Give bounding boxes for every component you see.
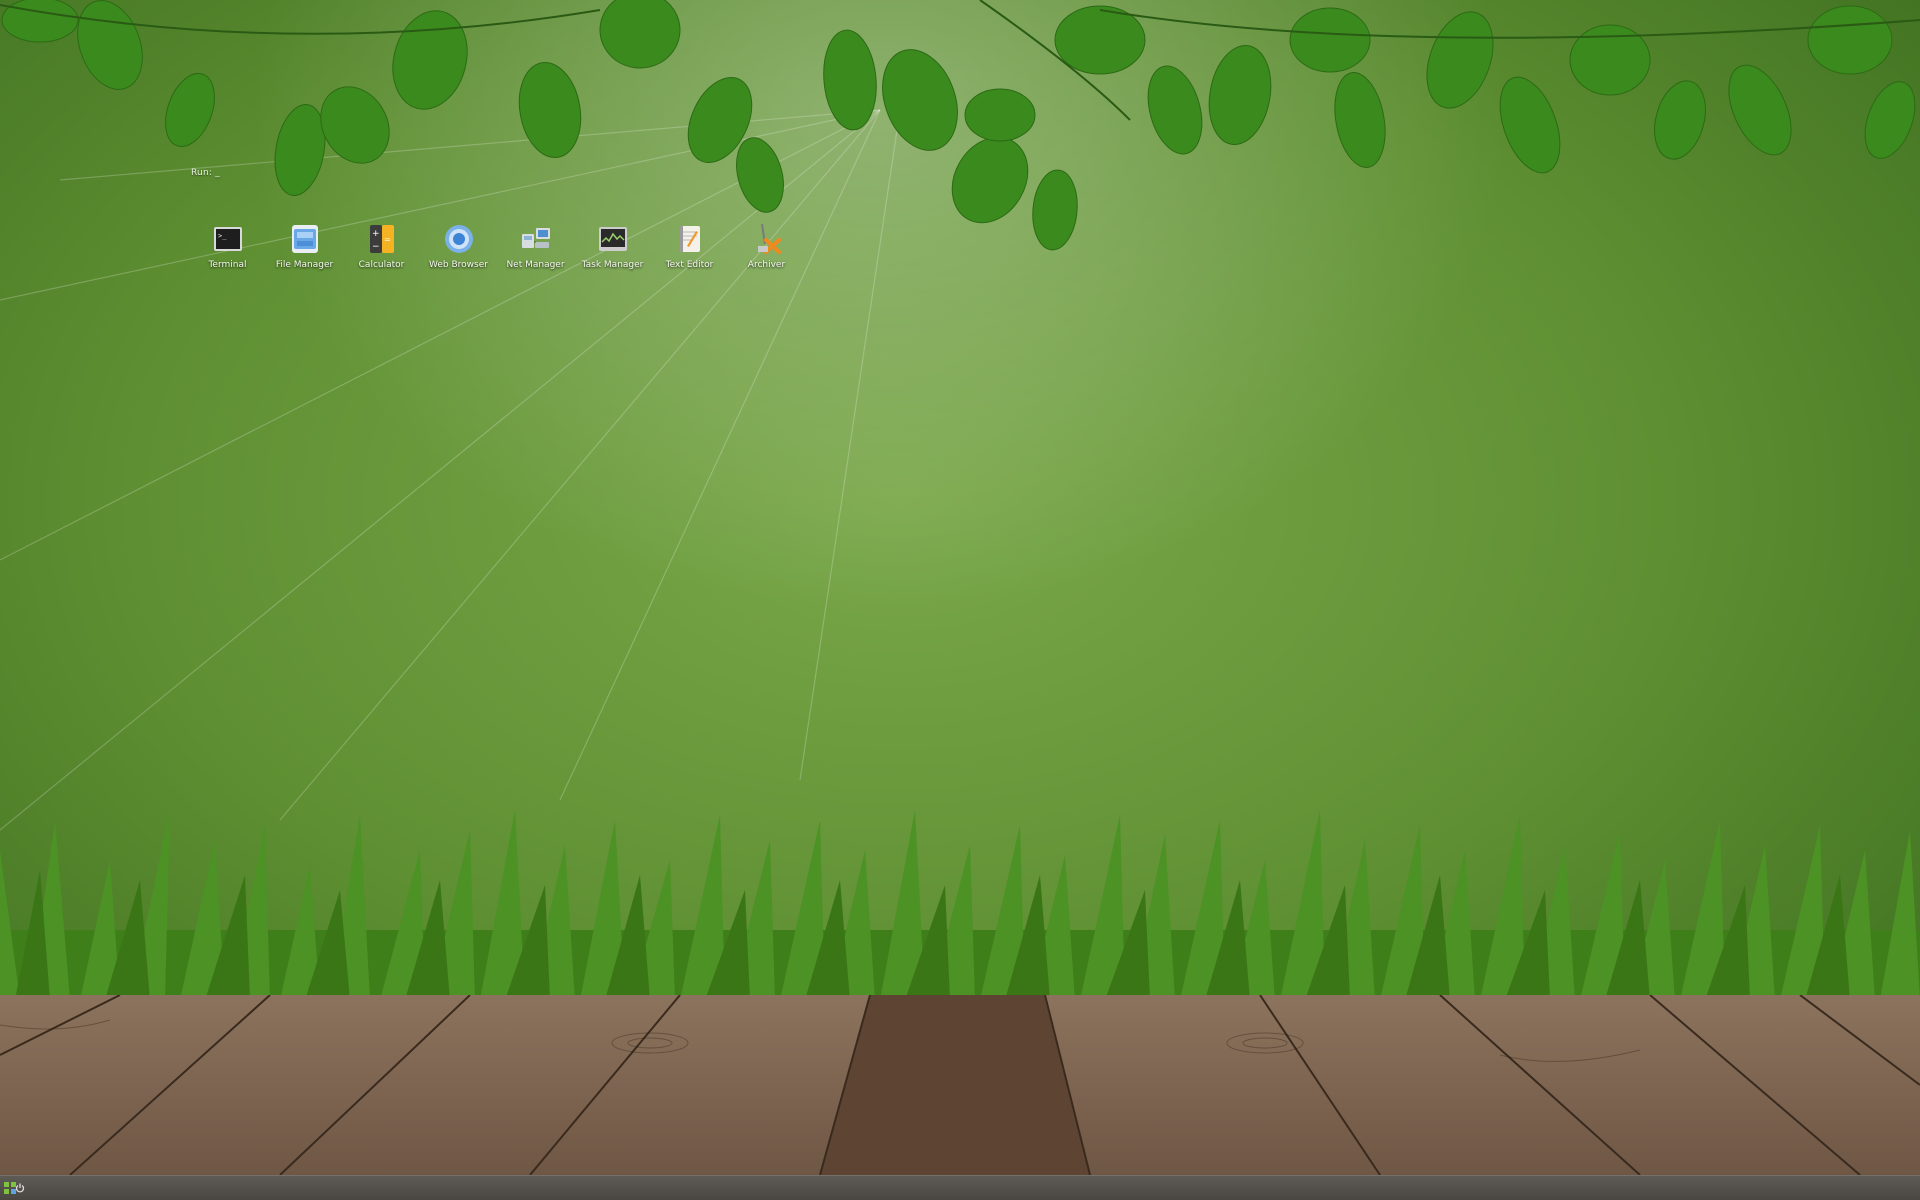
desktop-icon-file-manager[interactable]: File Manager bbox=[266, 222, 343, 270]
desktop-icon-task-manager[interactable]: Task Manager bbox=[574, 222, 651, 270]
desktop-icon-label: Terminal bbox=[208, 260, 247, 270]
svg-text:+: + bbox=[372, 229, 380, 239]
run-prompt-label: Run: bbox=[191, 168, 213, 178]
desktop-icon-archiver[interactable]: Archiver bbox=[728, 222, 805, 270]
desktop-icon-terminal[interactable]: >_ Terminal bbox=[189, 222, 266, 270]
desktop-icon-label: Text Editor bbox=[665, 260, 714, 270]
run-prompt-cursor: _ bbox=[215, 168, 220, 178]
power-button[interactable] bbox=[12, 1180, 28, 1196]
power-icon bbox=[15, 1183, 25, 1193]
desktop-icon-label: Web Browser bbox=[429, 260, 488, 270]
desktop-icon-label: Net Manager bbox=[506, 260, 565, 270]
desktop-icon-label: Task Manager bbox=[581, 260, 644, 270]
desktop-icon-label: File Manager bbox=[275, 260, 334, 270]
svg-text:>_: >_ bbox=[218, 232, 227, 240]
desktop-icon-calculator[interactable]: + − = Calculator bbox=[343, 222, 420, 270]
run-prompt[interactable]: Run: _ bbox=[191, 168, 220, 178]
grass-decoration bbox=[0, 810, 1920, 1000]
desktop-icon-net-manager[interactable]: Net Manager bbox=[497, 222, 574, 270]
taskbar bbox=[0, 1175, 1920, 1200]
web-browser-icon bbox=[444, 225, 473, 253]
text-editor-icon bbox=[679, 226, 700, 252]
desktop-wallpaper: Run: _ >_ Terminal File Manager + − = Ca… bbox=[0, 0, 1920, 1200]
calculator-icon: + − = bbox=[369, 225, 394, 253]
desktop-icon-web-browser[interactable]: Web Browser bbox=[420, 222, 497, 270]
desktop-icons: >_ Terminal File Manager + − = Calculato… bbox=[189, 222, 805, 270]
desktop-icon-label: Archiver bbox=[747, 260, 786, 270]
net-manager-icon bbox=[521, 228, 550, 248]
wooden-floor-decoration bbox=[0, 995, 1920, 1175]
desktop-icon-text-editor[interactable]: Text Editor bbox=[651, 222, 728, 270]
svg-text:=: = bbox=[384, 235, 391, 244]
desktop-icon-label: Calculator bbox=[358, 260, 405, 270]
svg-text:−: − bbox=[372, 242, 380, 252]
archiver-icon bbox=[757, 223, 781, 254]
file-manager-icon bbox=[291, 225, 318, 253]
task-manager-icon bbox=[598, 227, 627, 251]
terminal-icon: >_ bbox=[213, 227, 242, 251]
